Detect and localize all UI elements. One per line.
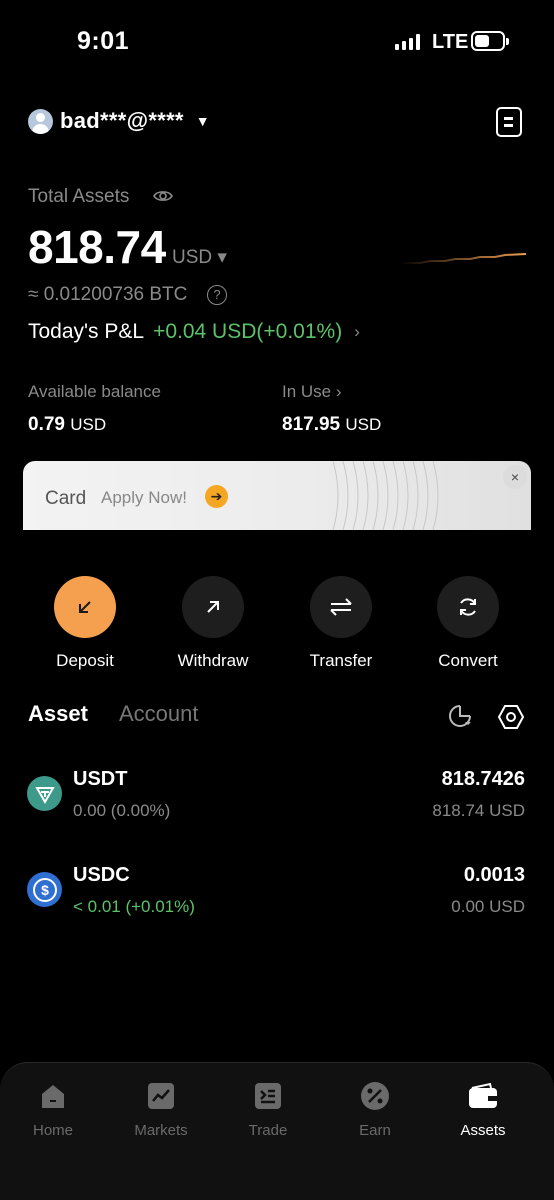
in-use-amount: 817.95 — [282, 414, 341, 435]
nav-assets-label: Assets — [460, 1122, 506, 1139]
in-use-unit: USD — [345, 415, 382, 434]
transfer-icon — [310, 576, 372, 638]
todays-pnl-row[interactable]: Today's P&L +0.04 USD(+0.01%) › — [28, 320, 360, 344]
eye-icon[interactable] — [153, 188, 173, 204]
pie-chart-icon[interactable] — [447, 703, 473, 729]
close-icon[interactable]: × — [503, 465, 527, 489]
nav-assets[interactable]: Assets — [433, 1081, 533, 1139]
chevron-right-icon: › — [354, 322, 360, 341]
network-label: LTE — [432, 31, 469, 53]
available-unit: USD — [70, 415, 107, 434]
account-name: bad***@**** — [60, 108, 184, 133]
asset-amount: 818.7426 — [441, 768, 525, 790]
nav-markets[interactable]: Markets — [111, 1081, 211, 1139]
asset-value: 818.74 USD — [432, 801, 525, 820]
status-bar: 9:01 LTE — [0, 0, 554, 80]
btc-equivalent: ≈ 0.01200736 BTC — [28, 284, 188, 305]
nav-earn[interactable]: Earn — [325, 1081, 425, 1139]
banner-apply-text[interactable]: Apply Now! — [101, 488, 187, 508]
available-balance-value: 0.79 USD — [28, 414, 106, 436]
signal-icon — [395, 34, 421, 50]
avatar — [28, 108, 53, 134]
earn-icon — [360, 1081, 390, 1111]
transfer-button[interactable]: Transfer — [281, 576, 401, 671]
tab-account[interactable]: Account — [119, 701, 199, 727]
nav-home-label: Home — [32, 1122, 73, 1139]
nav-earn-label: Earn — [359, 1122, 391, 1139]
trade-icon — [253, 1081, 283, 1111]
deposit-label: Deposit — [56, 651, 114, 670]
asset-symbol: USDT — [73, 768, 128, 790]
in-use-value: 817.95 USD — [282, 414, 381, 436]
nav-trade-label: Trade — [248, 1122, 288, 1139]
in-use-link[interactable]: In Use › — [282, 382, 342, 402]
banner-decoration — [332, 461, 439, 530]
asset-value: 0.00 USD — [451, 897, 525, 916]
card-promo-banner[interactable]: Card Apply Now! ➔ × — [23, 461, 531, 530]
total-assets-label: Total Assets — [28, 186, 130, 207]
asset-symbol: USDC — [73, 864, 130, 886]
available-amount: 0.79 — [28, 414, 65, 435]
convert-button[interactable]: Convert — [408, 576, 528, 671]
withdraw-icon — [182, 576, 244, 638]
total-assets-value: 818.74 — [28, 221, 166, 273]
svg-text:$: $ — [41, 882, 49, 898]
statement-icon[interactable] — [496, 107, 522, 137]
asset-pnl: 0.00 (0.00%) — [73, 801, 171, 820]
markets-icon — [146, 1081, 176, 1111]
home-icon — [38, 1081, 68, 1111]
tab-asset[interactable]: Asset — [28, 701, 88, 727]
banner-card-text: Card — [45, 488, 87, 509]
battery-icon — [471, 31, 509, 51]
arrow-right-icon[interactable]: ➔ — [205, 485, 228, 508]
settings-icon[interactable] — [497, 703, 525, 731]
usdt-icon — [27, 776, 62, 811]
status-time: 9:01 — [77, 27, 130, 55]
account-switcher[interactable]: bad***@**** ▼ — [28, 108, 210, 134]
transfer-label: Transfer — [309, 651, 373, 670]
deposit-icon — [54, 576, 116, 638]
assets-sparkline — [400, 253, 526, 264]
pnl-value: +0.04 USD(+0.01%) — [153, 320, 343, 343]
asset-pnl: < 0.01 (+0.01%) — [73, 897, 195, 916]
nav-home[interactable]: Home — [3, 1081, 103, 1139]
wallet-icon — [468, 1081, 498, 1111]
bottom-navigation: Home Markets Trade Earn Assets — [0, 1062, 554, 1200]
asset-amount: 0.0013 — [463, 864, 525, 886]
convert-label: Convert — [438, 651, 498, 670]
nav-trade[interactable]: Trade — [218, 1081, 318, 1139]
pnl-label: Today's P&L — [28, 320, 145, 343]
nav-markets-label: Markets — [134, 1122, 188, 1139]
deposit-button[interactable]: Deposit — [25, 576, 145, 671]
convert-icon — [437, 576, 499, 638]
asset-row-usdt[interactable]: USDT 0.00 (0.00%) 818.7426 818.74 USD — [0, 768, 554, 838]
withdraw-button[interactable]: Withdraw — [153, 576, 273, 671]
asset-row-usdc[interactable]: $ USDC < 0.01 (+0.01%) 0.0013 0.00 USD — [0, 864, 554, 934]
currency-selector[interactable]: USD ▾ — [172, 246, 227, 269]
help-icon[interactable]: ? — [207, 285, 227, 305]
available-balance-label: Available balance — [28, 382, 161, 401]
withdraw-label: Withdraw — [177, 651, 249, 670]
chevron-down-icon: ▼ — [195, 113, 210, 129]
usdc-icon: $ — [27, 872, 62, 907]
